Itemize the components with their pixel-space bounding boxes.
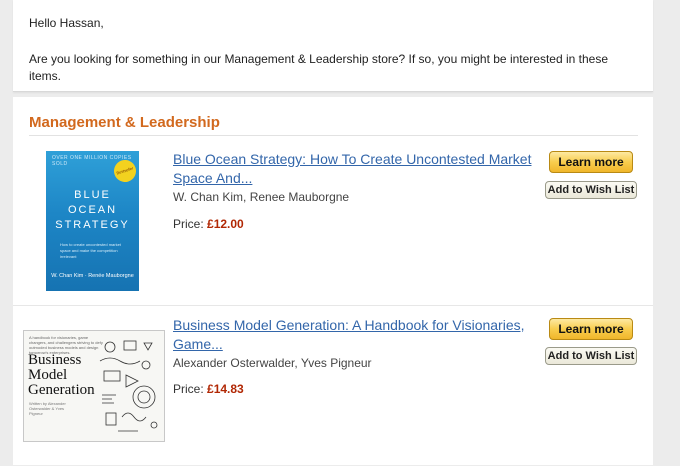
product-price: Price: £14.83 — [173, 382, 244, 396]
sketch-illustration — [99, 340, 158, 432]
product-cover-image[interactable]: A handbook for visionaries, game changer… — [23, 330, 165, 442]
add-to-wish-list-button[interactable]: Add to Wish List — [545, 181, 637, 199]
price-label: Price: — [173, 382, 208, 396]
product-title-link[interactable]: Blue Ocean Strategy: How To Create Uncon… — [173, 150, 538, 188]
product-authors: W. Chan Kim, Renee Mauborgne — [173, 190, 350, 204]
product-authors: Alexander Osterwalder, Yves Pigneur — [173, 356, 372, 370]
section-divider — [29, 135, 638, 136]
learn-more-button[interactable]: Learn more — [549, 151, 633, 173]
product-title-link[interactable]: Business Model Generation: A Handbook fo… — [173, 316, 538, 354]
add-to-wish-list-button[interactable]: Add to Wish List — [545, 347, 637, 365]
product-item: OVER ONE MILLION COPIES SOLD Bestseller … — [13, 149, 653, 305]
price-value: £12.00 — [207, 217, 244, 231]
email-intro-panel: Hello Hassan, Are you looking for someth… — [13, 0, 653, 92]
price-label: Price: — [173, 217, 208, 231]
greeting-text: Hello Hassan, — [29, 16, 104, 30]
price-value: £14.83 — [207, 382, 244, 396]
product-price: Price: £12.00 — [173, 217, 244, 231]
intro-text: Are you looking for something in our Man… — [29, 52, 608, 83]
product-item: A handbook for visionaries, game changer… — [13, 305, 653, 466]
recommendations-panel: Management & Leadership OVER ONE MILLION… — [13, 97, 653, 465]
product-cover-image[interactable]: OVER ONE MILLION COPIES SOLD Bestseller … — [46, 151, 139, 291]
section-title: Management & Leadership — [29, 114, 220, 131]
learn-more-button[interactable]: Learn more — [549, 318, 633, 340]
